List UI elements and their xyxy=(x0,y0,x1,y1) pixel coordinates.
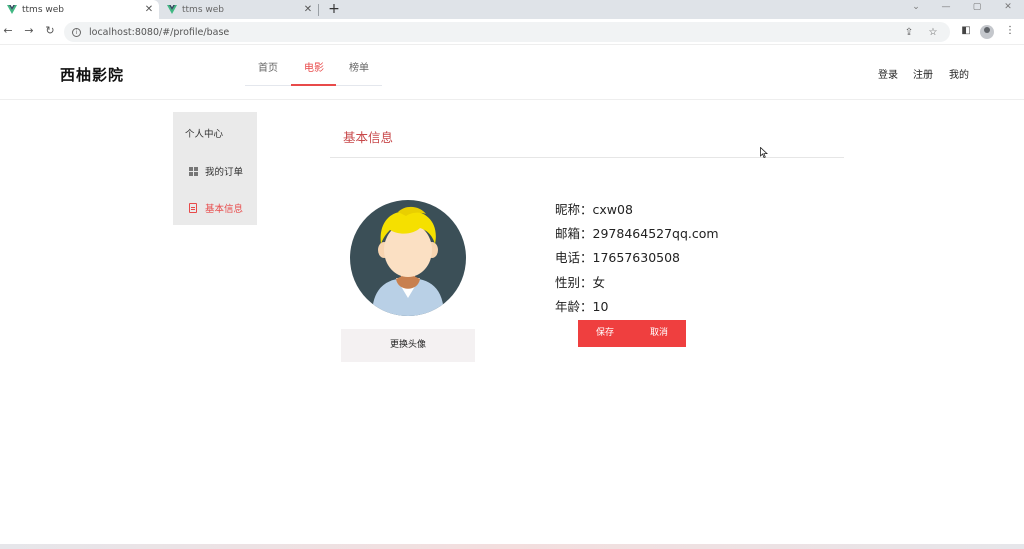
sidebar-item-label: 基本信息 xyxy=(205,204,244,215)
nav-home[interactable]: 首页 xyxy=(258,59,278,74)
tab-search-icon[interactable]: ⌄ xyxy=(905,0,927,16)
profile-icon[interactable] xyxy=(980,25,994,39)
login-link[interactable]: 登录 xyxy=(878,66,898,81)
mouse-cursor-icon xyxy=(760,147,768,158)
main-nav: 首页 电影 榜单 xyxy=(245,46,382,86)
address-bar[interactable]: i localhost:8080/#/profile/base ⇪ ☆ xyxy=(64,22,950,42)
tab-title: ttms web xyxy=(182,4,224,15)
field-label: 年龄 xyxy=(555,299,581,314)
register-link[interactable]: 注册 xyxy=(913,66,933,81)
tab-strip: ttms web ✕ ttms web ✕ + ⌄ — ▢ ✕ xyxy=(0,0,1024,19)
document-icon xyxy=(189,203,197,213)
sidebar-item-label: 我的订单 xyxy=(205,167,244,178)
star-icon[interactable]: ☆ xyxy=(926,27,940,38)
tab-close-icon[interactable]: ✕ xyxy=(143,4,155,15)
section-title: 基本信息 xyxy=(343,130,394,145)
field-separator: ： xyxy=(580,202,593,217)
url-text[interactable]: localhost:8080/#/profile/base xyxy=(89,27,902,38)
tab-close-icon[interactable]: ✕ xyxy=(302,4,314,15)
action-button-group: 保存 取消 xyxy=(578,320,686,347)
field-label: 邮箱 xyxy=(555,226,581,241)
field-phone: 电话：17657630508 xyxy=(555,247,680,266)
field-label: 性别 xyxy=(555,275,581,290)
field-value: cxw08 xyxy=(592,202,633,217)
share-icon[interactable]: ⇪ xyxy=(902,27,916,38)
nav-movies[interactable]: 电影 xyxy=(304,59,324,74)
active-nav-indicator xyxy=(291,84,336,86)
save-button[interactable]: 保存 xyxy=(578,320,632,347)
back-arrow-icon[interactable]: ← xyxy=(0,23,16,39)
site-info-icon[interactable]: i xyxy=(72,27,81,37)
cancel-button[interactable]: 取消 xyxy=(632,320,686,347)
site-logo[interactable]: 西柚影院 xyxy=(60,64,124,85)
field-email: 邮箱：2978464527qq.com xyxy=(555,223,719,242)
field-value: 10 xyxy=(592,299,609,314)
sidebar-item-orders[interactable]: 我的订单 xyxy=(189,164,243,178)
sidebar-title: 个人中心 xyxy=(185,129,224,140)
field-separator: ： xyxy=(580,226,593,241)
forward-arrow-icon[interactable]: → xyxy=(21,23,37,39)
sidebar-item-basic-info[interactable]: 基本信息 xyxy=(189,201,243,215)
change-avatar-button[interactable]: 更换头像 xyxy=(341,329,475,362)
browser-tab-active[interactable]: ttms web ✕ xyxy=(0,0,159,19)
window-close-icon[interactable]: ✕ xyxy=(997,0,1019,16)
field-label: 昵称 xyxy=(555,202,581,217)
field-value: 17657630508 xyxy=(592,250,681,265)
field-value: 女 xyxy=(592,275,606,290)
vue-logo-icon xyxy=(7,5,17,14)
field-separator: ： xyxy=(580,250,593,265)
field-nickname: 昵称：cxw08 xyxy=(555,199,633,218)
field-gender: 性别：女 xyxy=(555,272,605,291)
tab-title: ttms web xyxy=(22,4,64,15)
field-separator: ： xyxy=(580,275,593,290)
nav-rankings[interactable]: 榜单 xyxy=(349,59,369,74)
reload-icon[interactable]: ↻ xyxy=(42,23,58,39)
profile-sidebar: 个人中心 我的订单 基本信息 xyxy=(173,112,257,225)
maximize-icon[interactable]: ▢ xyxy=(966,0,988,16)
vue-logo-icon xyxy=(167,5,177,14)
taskbar-edge xyxy=(0,544,1024,549)
side-panel-icon[interactable]: ◧ xyxy=(958,23,974,39)
new-tab-icon[interactable]: + xyxy=(327,0,341,19)
browser-toolbar: ← → ↻ i localhost:8080/#/profile/base ⇪ … xyxy=(0,19,1024,45)
minimize-icon[interactable]: — xyxy=(935,0,957,16)
mine-link[interactable]: 我的 xyxy=(949,66,969,81)
grid-icon xyxy=(189,166,198,176)
kebab-menu-icon[interactable]: ⋮ xyxy=(1002,23,1018,39)
site-header: 西柚影院 首页 电影 榜单 登录 注册 我的 xyxy=(0,46,1024,100)
browser-tab[interactable]: ttms web ✕ xyxy=(160,0,318,19)
field-value: 2978464527qq.com xyxy=(592,226,719,241)
user-avatar xyxy=(350,200,466,316)
tab-separator xyxy=(318,4,319,16)
field-separator: ： xyxy=(580,299,593,314)
field-label: 电话 xyxy=(555,250,581,265)
field-age: 年龄：10 xyxy=(555,296,608,315)
